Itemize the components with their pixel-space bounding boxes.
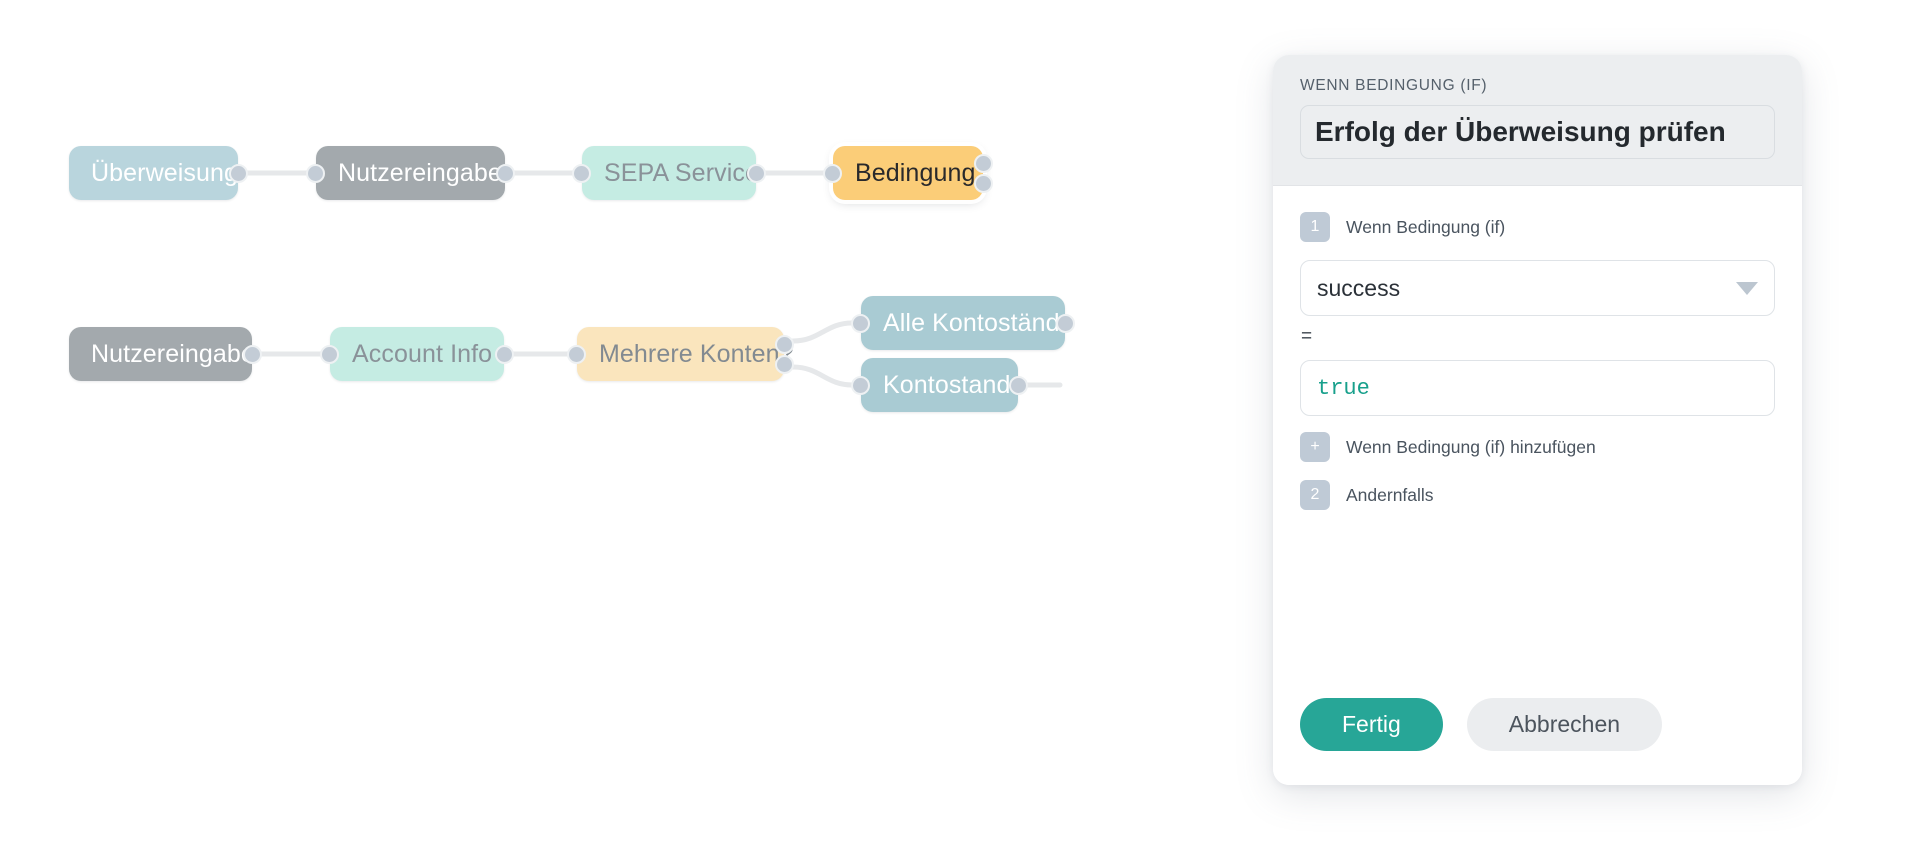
flow-node-label: Nutzereingabe bbox=[91, 340, 255, 369]
node-output-port[interactable] bbox=[974, 174, 993, 193]
operator-label: = bbox=[1301, 326, 1775, 348]
variable-select-value: success bbox=[1317, 275, 1400, 302]
comparison-value-text: true bbox=[1317, 376, 1370, 401]
add-condition-label: Wenn Bedingung (if) hinzufügen bbox=[1346, 437, 1596, 458]
node-output-port[interactable] bbox=[1009, 376, 1028, 395]
variable-select[interactable]: success bbox=[1300, 260, 1775, 316]
node-input-port[interactable] bbox=[320, 345, 339, 364]
condition-index-badge: 1 bbox=[1300, 212, 1330, 242]
app-root: Überweisung Nutzereingabe SEPA Service Bedi… bbox=[0, 0, 1920, 853]
else-branch-label: Andernfalls bbox=[1346, 485, 1434, 506]
node-output-port[interactable] bbox=[747, 164, 766, 183]
node-output-port[interactable] bbox=[974, 154, 993, 173]
cancel-button[interactable]: Abbrechen bbox=[1467, 698, 1662, 751]
flow-node-bedingung[interactable]: Bedingung bbox=[833, 146, 983, 200]
flow-node-ueberweisung[interactable]: Überweisung bbox=[69, 146, 238, 200]
panel-header: WENN BEDINGUNG (IF) bbox=[1273, 55, 1802, 186]
flow-node-label: Nutzereingabe bbox=[338, 159, 502, 188]
flow-node-label: Mehrere Konten? bbox=[599, 340, 794, 369]
flow-node-label: Bedingung bbox=[855, 159, 975, 188]
flow-node-kontostand[interactable]: Kontostand bbox=[861, 358, 1018, 412]
flow-node-alle-kontostaende[interactable]: Alle Kontostände bbox=[861, 296, 1065, 350]
panel-footer: Fertig Abbrechen bbox=[1273, 698, 1802, 785]
plus-icon: + bbox=[1300, 432, 1330, 462]
flow-node-account-info[interactable]: Account Info bbox=[330, 327, 504, 381]
flow-node-nutzereingabe-2[interactable]: Nutzereingabe bbox=[69, 327, 252, 381]
node-output-port[interactable] bbox=[496, 164, 515, 183]
node-output-port[interactable] bbox=[775, 335, 794, 354]
panel-eyebrow-label: WENN BEDINGUNG (IF) bbox=[1300, 77, 1775, 95]
node-output-port[interactable] bbox=[775, 355, 794, 374]
condition-title-input[interactable] bbox=[1300, 105, 1775, 159]
node-output-port[interactable] bbox=[243, 345, 262, 364]
done-button[interactable]: Fertig bbox=[1300, 698, 1443, 751]
condition-1-label: Wenn Bedingung (if) bbox=[1346, 217, 1505, 238]
condition-1-row[interactable]: 1 Wenn Bedingung (if) bbox=[1300, 212, 1775, 242]
flow-node-mehrere-konten[interactable]: Mehrere Konten? bbox=[577, 327, 784, 381]
panel-body: 1 Wenn Bedingung (if) success = true + W… bbox=[1273, 186, 1802, 698]
node-input-port[interactable] bbox=[567, 345, 586, 364]
chevron-down-icon bbox=[1736, 282, 1758, 295]
flow-node-label: Alle Kontostände bbox=[883, 309, 1074, 338]
node-input-port[interactable] bbox=[306, 164, 325, 183]
add-condition-button[interactable]: + Wenn Bedingung (if) hinzufügen bbox=[1300, 432, 1775, 462]
node-input-port[interactable] bbox=[851, 314, 870, 333]
condition-inspector-panel: WENN BEDINGUNG (IF) 1 Wenn Bedingung (if… bbox=[1273, 55, 1802, 785]
else-branch-row[interactable]: 2 Andernfalls bbox=[1300, 480, 1775, 510]
node-output-port[interactable] bbox=[1056, 314, 1075, 333]
flow-node-sepa-service[interactable]: SEPA Service bbox=[582, 146, 756, 200]
else-index-badge: 2 bbox=[1300, 480, 1330, 510]
node-input-port[interactable] bbox=[851, 376, 870, 395]
flow-node-label: Account Info bbox=[352, 340, 492, 369]
comparison-value-input[interactable]: true bbox=[1300, 360, 1775, 416]
flow-node-nutzereingabe-1[interactable]: Nutzereingabe bbox=[316, 146, 505, 200]
node-input-port[interactable] bbox=[572, 164, 591, 183]
node-output-port[interactable] bbox=[229, 164, 248, 183]
node-output-port[interactable] bbox=[495, 345, 514, 364]
flow-node-label: Überweisung bbox=[91, 159, 238, 188]
flow-node-label: SEPA Service bbox=[604, 159, 759, 188]
flow-node-label: Kontostand bbox=[883, 371, 1011, 400]
node-input-port[interactable] bbox=[823, 164, 842, 183]
